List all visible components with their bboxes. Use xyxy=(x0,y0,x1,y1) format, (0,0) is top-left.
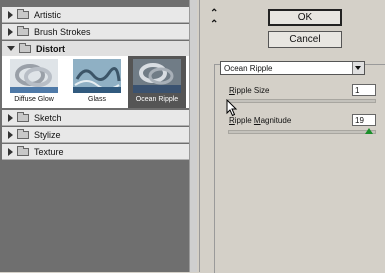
chevron-right-icon xyxy=(8,113,13,122)
category-texture[interactable]: Texture xyxy=(2,144,195,160)
thumb-label: Ocean Ripple xyxy=(135,96,179,103)
category-label: Distort xyxy=(36,43,65,54)
filter-gallery-panel: Artistic Brush Strokes Distort Diffuse G… xyxy=(0,0,197,272)
folder-icon xyxy=(19,42,31,53)
cancel-button[interactable]: Cancel xyxy=(268,31,342,48)
dropdown-arrow-icon[interactable] xyxy=(352,62,364,74)
category-brush-strokes[interactable]: Brush Strokes xyxy=(2,24,195,40)
folder-icon xyxy=(17,111,29,122)
category-stylize[interactable]: Stylize xyxy=(2,127,195,143)
folder-icon xyxy=(17,145,29,156)
mouse-cursor-icon xyxy=(226,99,238,117)
folder-icon xyxy=(17,128,29,139)
ok-button[interactable]: OK xyxy=(268,9,342,26)
chevron-right-icon xyxy=(8,130,13,139)
diffuse-glow-preview-icon xyxy=(10,59,58,93)
category-distort[interactable]: Distort xyxy=(2,41,195,57)
ripple-magnitude-input[interactable]: 19 xyxy=(352,114,376,126)
folder-icon xyxy=(17,25,29,36)
gallery-scrollbar[interactable] xyxy=(189,0,197,272)
ripple-size-input[interactable]: 1 xyxy=(352,84,376,96)
chevron-right-icon xyxy=(8,27,13,36)
category-label: Sketch xyxy=(34,112,62,123)
thumb-diffuse-glow[interactable]: Diffuse Glow xyxy=(5,56,63,108)
chevron-right-icon xyxy=(8,147,13,156)
category-sketch[interactable]: Sketch xyxy=(2,110,195,126)
filter-select-value: Ocean Ripple xyxy=(224,63,273,73)
ocean-ripple-preview-icon xyxy=(133,59,181,93)
ripple-size-label: Ripple Size xyxy=(229,86,270,95)
ripple-size-slider[interactable] xyxy=(228,99,376,103)
thumb-ocean-ripple[interactable]: Ocean Ripple xyxy=(128,56,186,108)
folder-icon xyxy=(17,8,29,19)
thumb-glass[interactable]: Glass xyxy=(68,56,126,108)
category-artistic[interactable]: Artistic xyxy=(2,7,195,23)
thumb-label: Glass xyxy=(88,96,106,103)
distort-thumbnails: Diffuse Glow Glass Ocean Ripple xyxy=(2,56,195,108)
chevron-down-icon xyxy=(7,46,15,51)
collapse-chevrons-icon[interactable]: ⌃ ⌃ xyxy=(210,8,218,30)
category-label: Stylize xyxy=(34,129,61,140)
ripple-magnitude-label: Ripple Magnitude xyxy=(229,116,292,125)
category-label: Texture xyxy=(34,146,64,157)
category-label: Brush Strokes xyxy=(34,26,91,37)
chevron-right-icon xyxy=(8,10,13,19)
panel-divider xyxy=(199,0,200,272)
ripple-magnitude-slider[interactable] xyxy=(228,130,376,134)
thumb-label: Diffuse Glow xyxy=(14,96,54,103)
category-label: Artistic xyxy=(34,9,61,20)
slider-knob-icon[interactable] xyxy=(364,128,373,134)
glass-preview-icon xyxy=(73,59,121,93)
filter-select[interactable]: Ocean Ripple xyxy=(220,61,365,75)
